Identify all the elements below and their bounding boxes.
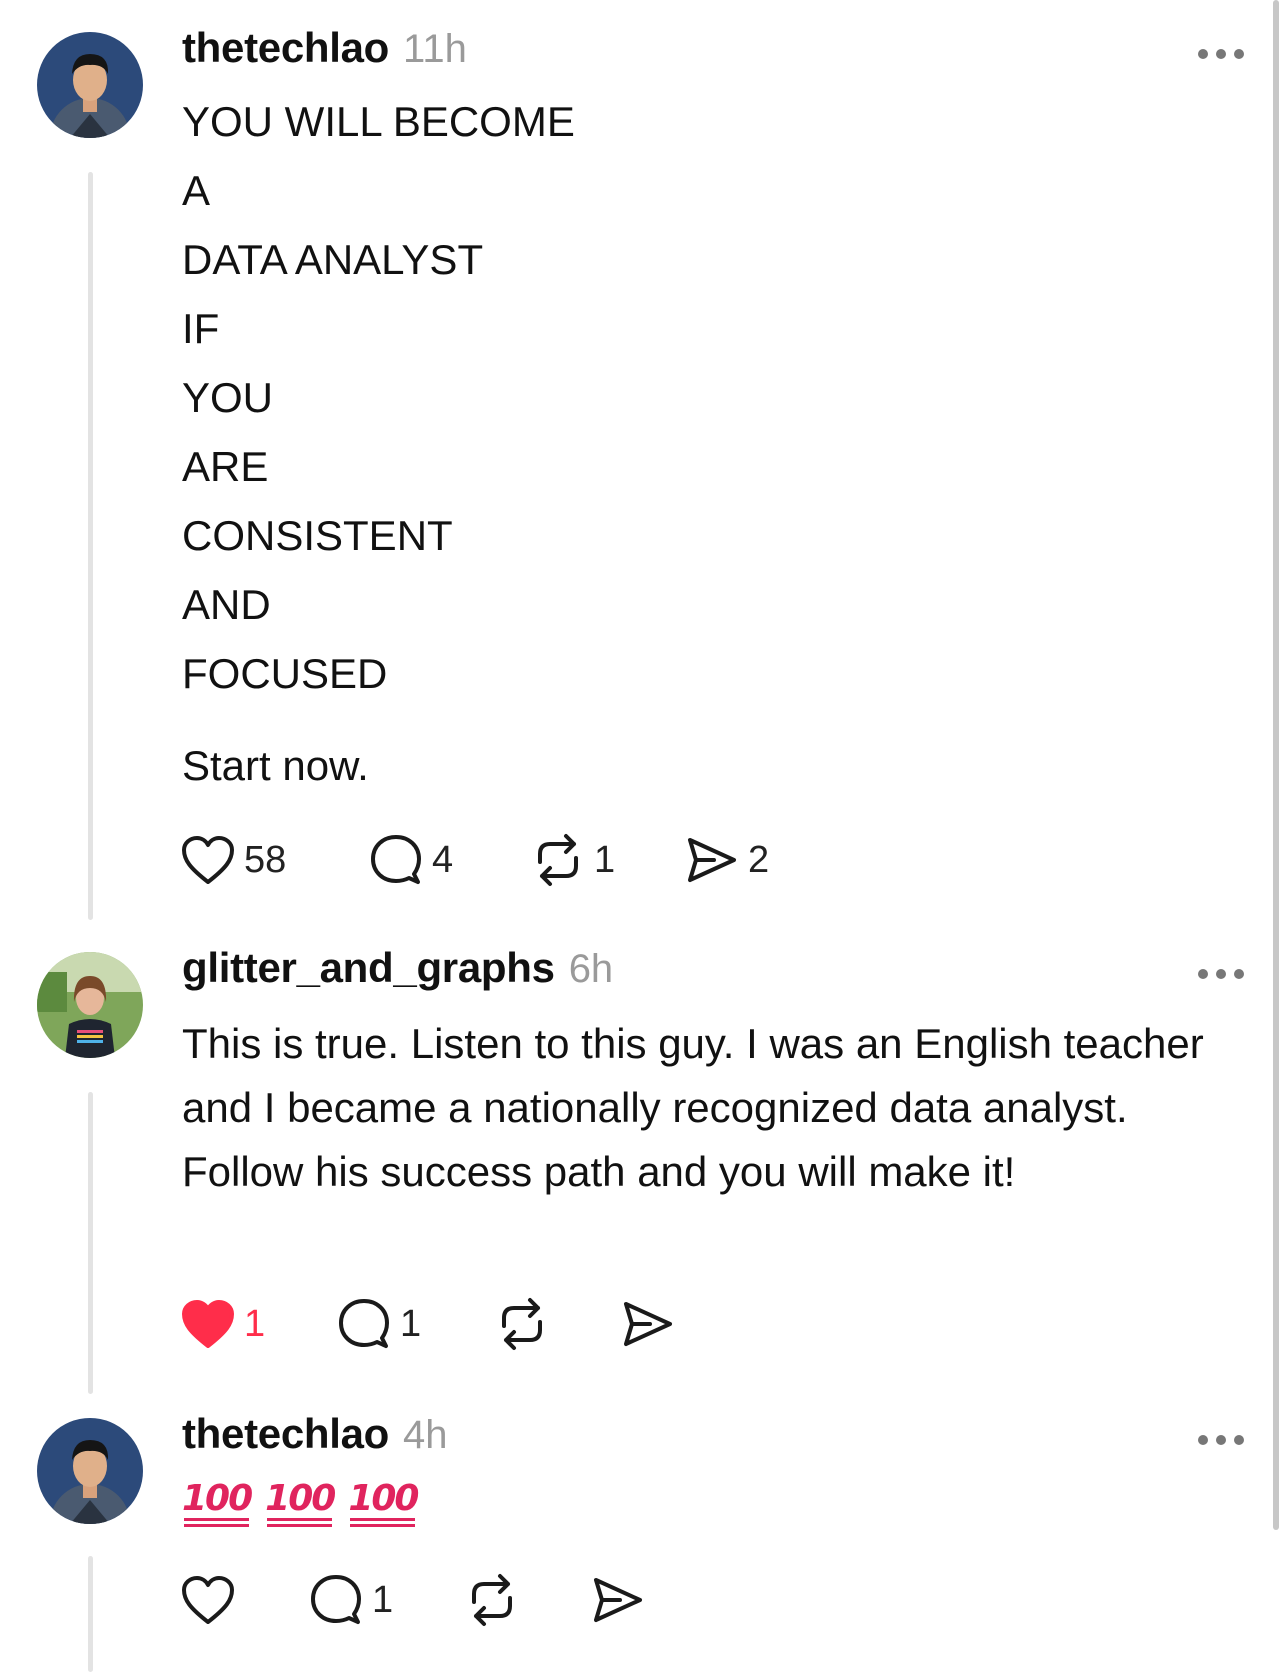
username[interactable]: glitter_and_graphs (182, 944, 555, 992)
hundred-points-icon: 100 (348, 1478, 419, 1527)
share-button[interactable] (590, 1570, 646, 1630)
avatar-image-icon (37, 952, 143, 1058)
comment-button[interactable]: 1 (336, 1294, 421, 1354)
thread-line (88, 1092, 93, 1394)
like-button[interactable] (180, 1570, 236, 1630)
like-button[interactable]: 1 (180, 1294, 265, 1354)
emoji-row: 100 100 100 (182, 1478, 419, 1527)
comment-bubble-icon (371, 835, 421, 884)
heart-filled-icon (182, 1300, 234, 1348)
comment-button[interactable]: 1 (308, 1570, 393, 1630)
send-icon (688, 838, 736, 882)
post-header: glitter_and_graphs 6h (182, 944, 613, 1004)
comment-button[interactable]: 4 (368, 830, 453, 890)
action-bar: 1 (180, 1570, 680, 1630)
like-count: 58 (244, 838, 287, 881)
thread-line (88, 1556, 93, 1672)
scrollbar[interactable] (1273, 0, 1279, 1530)
post-line: FOCUSED (182, 650, 388, 697)
more-dots-icon[interactable] (1198, 1430, 1244, 1450)
action-bar: 58 4 1 2 (180, 830, 800, 890)
avatar-image-icon (37, 32, 143, 138)
more-dots-icon[interactable] (1198, 44, 1244, 64)
share-button[interactable] (620, 1294, 676, 1354)
repost-button[interactable]: 1 (530, 830, 615, 890)
more-dots-icon[interactable] (1198, 964, 1244, 984)
post-line: IF (182, 305, 220, 352)
comment-bubble-icon (339, 1299, 389, 1348)
post-line: YOU (182, 374, 274, 421)
avatar[interactable] (37, 952, 143, 1058)
repost-icon (472, 1574, 512, 1626)
hundred-points-icon: 100 (265, 1478, 336, 1527)
avatar[interactable] (37, 32, 143, 138)
repost-icon (502, 1298, 542, 1350)
post-line: DATA ANALYST (182, 236, 484, 283)
post-header: thetechlao 4h (182, 1410, 448, 1470)
timestamp: 11h (403, 27, 467, 71)
thread-line (88, 172, 93, 920)
post-line: YOU WILL BECOME (182, 98, 575, 145)
heart-icon (182, 836, 234, 884)
post-line: AND (182, 581, 271, 628)
post-body: This is true. Listen to this guy. I was … (182, 1020, 1204, 1195)
repost-button[interactable] (464, 1570, 520, 1630)
like-count: 1 (244, 1302, 266, 1345)
post-line: A (182, 167, 211, 214)
repost-icon (538, 834, 578, 886)
avatar-image-icon (37, 1418, 143, 1524)
share-button[interactable]: 2 (684, 830, 769, 890)
share-count: 2 (748, 838, 770, 881)
timestamp: 6h (568, 947, 614, 991)
avatar[interactable] (37, 1418, 143, 1524)
comment-count: 1 (372, 1578, 394, 1621)
comment-count: 1 (400, 1302, 422, 1345)
hundred-points-icon: 100 (182, 1478, 253, 1527)
post-closing: Start now. (182, 742, 369, 789)
comment-bubble-icon (311, 1575, 361, 1624)
username[interactable]: thetechlao (182, 24, 389, 72)
heart-icon (182, 1576, 234, 1624)
timestamp: 4h (403, 1413, 448, 1457)
post-line: ARE (182, 443, 269, 490)
post-line: CONSISTENT (182, 512, 453, 559)
post-header: thetechlao 11h (182, 24, 467, 84)
action-bar: 1 1 (180, 1294, 700, 1354)
like-button[interactable]: 58 (180, 830, 286, 890)
comment-count: 4 (432, 838, 454, 881)
repost-button[interactable] (494, 1294, 550, 1354)
repost-count: 1 (594, 838, 616, 881)
send-icon (594, 1578, 642, 1622)
send-icon (624, 1302, 672, 1346)
username[interactable]: thetechlao (182, 1410, 389, 1458)
